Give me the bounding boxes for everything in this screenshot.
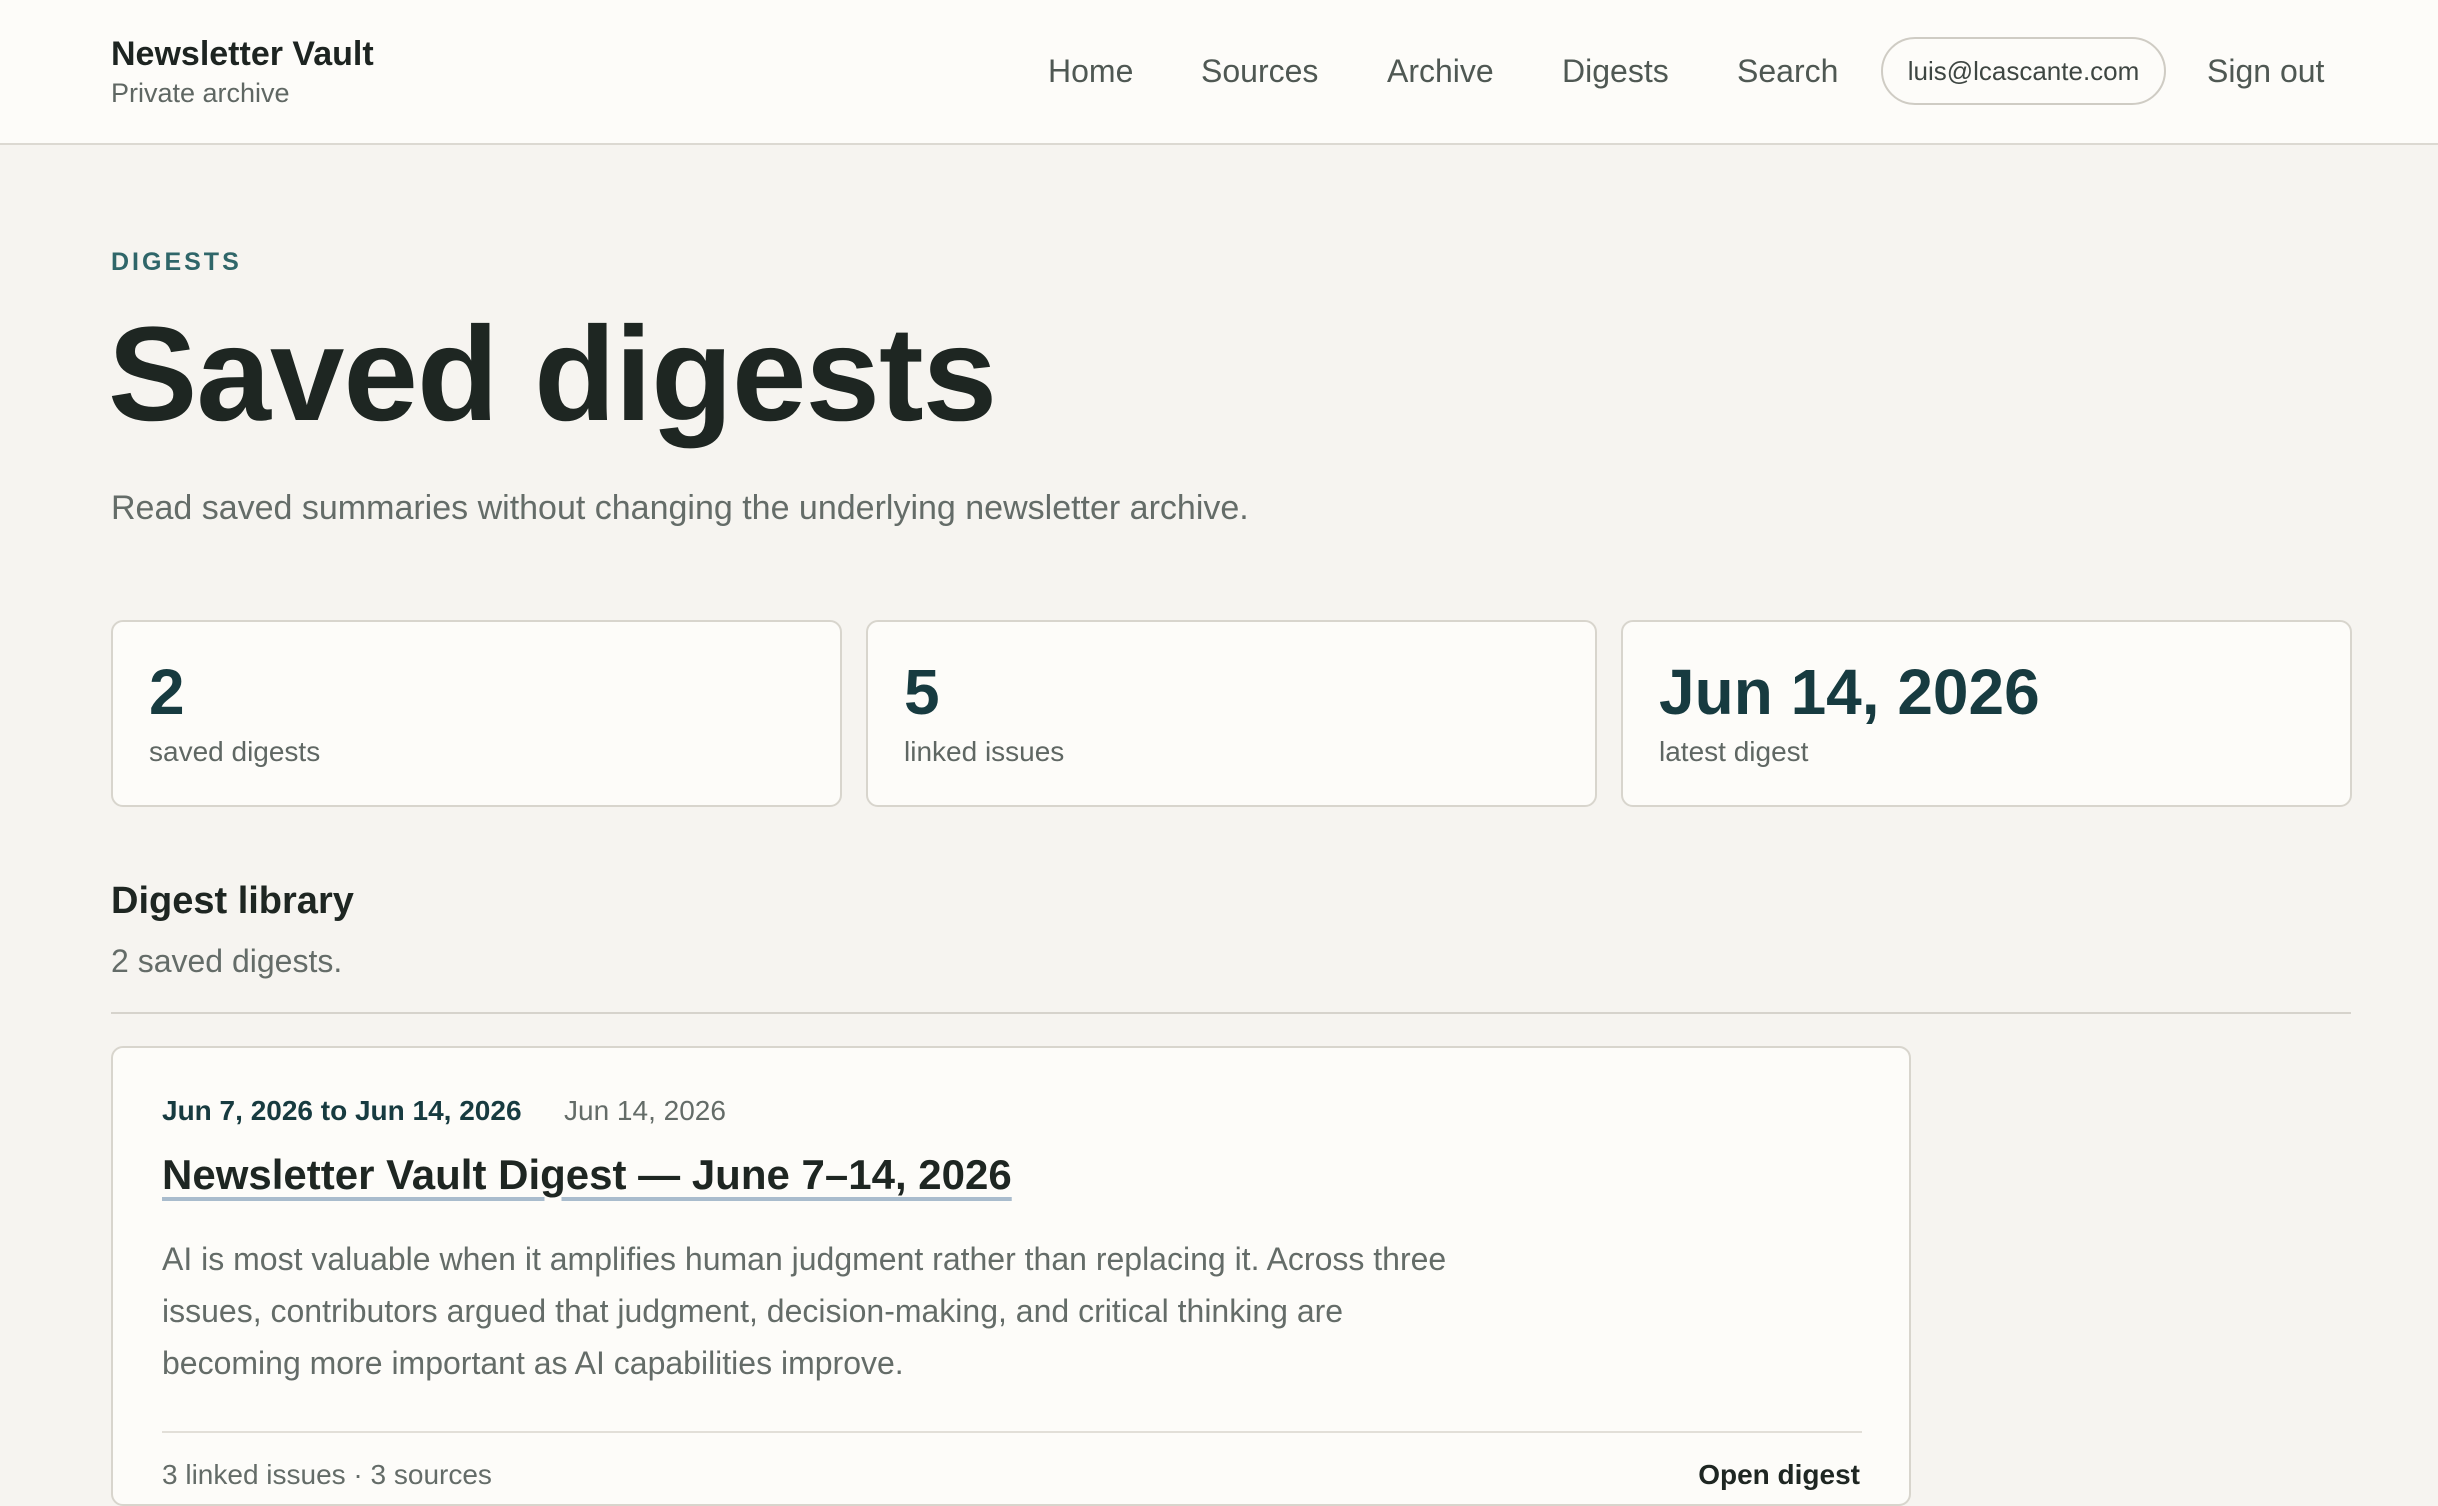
user-account-pill[interactable]: luis@lcascante.com bbox=[1881, 37, 2166, 105]
section-divider bbox=[111, 1012, 2351, 1014]
stat-value: Jun 14, 2026 bbox=[1659, 656, 2040, 728]
brand-name: Newsletter Vault bbox=[111, 35, 374, 73]
stat-label: latest digest bbox=[1659, 736, 1809, 767]
digest-card-divider bbox=[162, 1431, 1862, 1433]
digest-card: Jun 7, 2026 to Jun 14, 2026 Jun 14, 2026… bbox=[111, 1046, 1911, 1506]
nav-sources[interactable]: Sources bbox=[1201, 52, 1318, 90]
brand[interactable]: Newsletter Vault Private archive bbox=[111, 34, 374, 110]
digest-meta: 3 linked issues · 3 sources bbox=[162, 1459, 492, 1490]
page-title: Saved digests bbox=[108, 300, 997, 449]
digest-title-link[interactable]: Newsletter Vault Digest — June 7–14, 202… bbox=[162, 1150, 1012, 1200]
top-navigation-bar: Newsletter Vault Private archive Home So… bbox=[0, 0, 2438, 145]
page-eyebrow: DIGESTS bbox=[111, 248, 242, 276]
stat-value: 5 bbox=[904, 656, 940, 728]
stat-value: 2 bbox=[149, 656, 185, 728]
digest-date-range: Jun 7, 2026 to Jun 14, 2026 bbox=[162, 1095, 522, 1126]
open-digest-link[interactable]: Open digest bbox=[1698, 1458, 1860, 1492]
page-subtitle: Read saved summaries without changing th… bbox=[111, 489, 1249, 527]
brand-subtitle: Private archive bbox=[111, 78, 290, 108]
stat-card-linked-issues: 5 linked issues bbox=[866, 620, 1597, 807]
nav-home[interactable]: Home bbox=[1048, 52, 1133, 90]
nav-digests[interactable]: Digests bbox=[1562, 52, 1669, 90]
sign-out-link[interactable]: Sign out bbox=[2207, 52, 2324, 90]
nav-search[interactable]: Search bbox=[1737, 52, 1838, 90]
stat-card-latest-digest: Jun 14, 2026 latest digest bbox=[1621, 620, 2352, 807]
section-title: Digest library bbox=[111, 880, 354, 922]
nav-archive[interactable]: Archive bbox=[1387, 52, 1494, 90]
digest-summary: AI is most valuable when it amplifies hu… bbox=[162, 1241, 1447, 1381]
digest-date: Jun 14, 2026 bbox=[564, 1095, 726, 1126]
stat-card-saved-digests: 2 saved digests bbox=[111, 620, 842, 807]
stat-label: linked issues bbox=[904, 736, 1065, 767]
stat-label: saved digests bbox=[149, 736, 321, 767]
section-count: 2 saved digests. bbox=[111, 943, 343, 979]
